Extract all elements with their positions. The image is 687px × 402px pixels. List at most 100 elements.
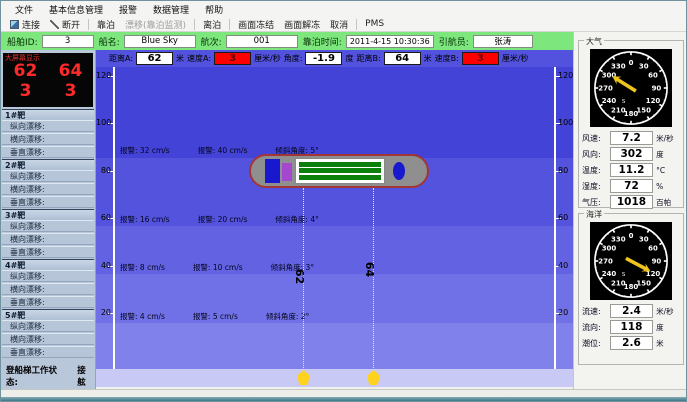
- axis-tick-label: 40: [558, 261, 573, 270]
- wind-direction-label: 风向:: [582, 149, 607, 160]
- axis-tick-label: 80: [96, 166, 111, 175]
- tide-level-value: 2.6: [610, 336, 653, 350]
- connect-icon: [10, 20, 19, 29]
- ship-id-value[interactable]: 3: [42, 35, 94, 48]
- weather-groupbox-title: 大气: [584, 36, 604, 47]
- freeze-screen-button[interactable]: 画面冻结: [233, 18, 279, 31]
- hatch-stripe: [299, 162, 381, 167]
- weather-groupbox: 大气 0306090120150180210240270300330S 风速: …: [578, 40, 684, 208]
- band-threshold-labels: 报警: 16 cm/s 报警: 20 cm/s 倾斜角度: 4°: [120, 214, 319, 225]
- ocean-row: 流速: 2.4 米/秒: [582, 304, 680, 318]
- menu-item-data-management[interactable]: 数据管理: [145, 3, 197, 16]
- alarm-threshold: 报警: 8 cm/s: [120, 262, 165, 273]
- ship-name-value[interactable]: Blue Sky: [124, 35, 196, 48]
- tilt-threshold: 倾斜角度: 4°: [275, 214, 318, 225]
- unfreeze-screen-button[interactable]: 画面解冻: [279, 18, 325, 31]
- menu-item-help[interactable]: 帮助: [197, 3, 231, 16]
- axis-tick-label: 120: [558, 71, 573, 80]
- temperature-unit: °C: [656, 166, 680, 175]
- ship-name-label: 船名:: [99, 35, 120, 48]
- svg-text:0: 0: [629, 232, 634, 240]
- speed-b-value[interactable]: 3: [462, 52, 499, 65]
- ocean-groupbox: 海洋 0306090120150180210240270300330S 流速: …: [578, 213, 684, 365]
- pilot-value[interactable]: 张涛: [473, 35, 533, 48]
- alarm-threshold: 报警: 20 cm/s: [198, 214, 248, 225]
- angle-value[interactable]: -1.9: [305, 52, 342, 65]
- distance-a-unit: 米: [176, 53, 184, 64]
- sensor-group-title: 3#靶: [2, 209, 94, 220]
- sensor-group-2: 2#靶 纵向漂移: 横向漂移: 垂直漂移:: [2, 159, 94, 208]
- wind-speed-unit: 米/秒: [656, 133, 680, 144]
- voyage-value[interactable]: 001: [226, 35, 298, 48]
- svg-text:60: 60: [648, 245, 658, 253]
- wind-direction-value: 302: [610, 147, 653, 161]
- speed-a-unit: 厘米/秒: [254, 53, 281, 64]
- speed-a-value[interactable]: 3: [214, 52, 251, 65]
- ship-cargo-hatch: [295, 158, 385, 184]
- distance-b-label: 距离B:: [356, 53, 380, 64]
- drift-row-label: 纵向漂移:: [10, 321, 45, 332]
- drift-row: 横向漂移:: [2, 233, 94, 245]
- sensor-group-title: 4#靶: [2, 259, 94, 270]
- gangway-status-label: 登船梯工作状态:: [6, 364, 68, 388]
- alarm-threshold: 报警: 40 cm/s: [198, 145, 248, 156]
- menu-item-basic-info[interactable]: 基本信息管理: [41, 3, 111, 16]
- svg-text:180: 180: [624, 283, 639, 291]
- toolbar-separator: [356, 19, 357, 30]
- sensor-group-5: 5#靶 纵向漂移: 横向漂移: 垂直漂移:: [2, 309, 94, 358]
- menu-item-alarm[interactable]: 报警: [111, 3, 145, 16]
- unberth-button[interactable]: 离泊: [198, 18, 226, 31]
- menu-item-file[interactable]: 文件: [7, 3, 41, 16]
- drift-row-label: 纵向漂移:: [10, 271, 45, 282]
- pilot-label: 引航员:: [439, 35, 469, 48]
- sidebar: 大屏幕显示 62 64 3 3 1#靶 纵向漂移: 横向漂移: 垂直漂移: 2#…: [1, 50, 96, 389]
- distance-b-value[interactable]: 64: [384, 52, 421, 65]
- disconnect-button[interactable]: 断开: [45, 18, 85, 31]
- humidity-unit: %: [656, 182, 680, 191]
- toolbar-separator: [88, 19, 89, 30]
- cancel-button[interactable]: 取消: [325, 18, 353, 31]
- connect-label: 连接: [22, 18, 40, 31]
- toolbar-separator: [194, 19, 195, 30]
- weather-row: 风速: 7.2 米/秒: [582, 131, 680, 145]
- svg-text:210: 210: [611, 106, 626, 114]
- weather-row: 气压: 1018 百帕: [582, 195, 680, 209]
- drift-row: 垂直漂移:: [2, 346, 94, 358]
- alarm-threshold: 报警: 32 cm/s: [120, 145, 170, 156]
- pilot-field: 引航员: 张涛: [439, 35, 533, 48]
- menu-bar: 文件 基本信息管理 报警 数据管理 帮助: [1, 1, 686, 17]
- berth-button[interactable]: 靠泊: [92, 18, 120, 31]
- drift-row-label: 垂直漂移:: [10, 247, 45, 258]
- axis-tick-label: 120: [96, 71, 111, 80]
- toolbar: 连接 断开 靠泊 漂移(靠泊监测) 离泊 画面冻结 画面解冻 取消 PMS: [1, 17, 686, 32]
- axis-tick-label: 20: [96, 308, 111, 317]
- temperature-label: 温度:: [582, 165, 607, 176]
- distance-b-unit: 米: [424, 53, 432, 64]
- berth-time-label: 靠泊时间:: [303, 35, 342, 48]
- drift-row: 垂直漂移:: [2, 196, 94, 208]
- distance-a-value[interactable]: 62: [136, 52, 173, 65]
- axis-tick-label: 60: [96, 213, 111, 222]
- sensor-group-title: 2#靶: [2, 159, 94, 170]
- axis-tick-label: 20: [558, 308, 573, 317]
- humidity-label: 湿度:: [582, 181, 607, 192]
- wind-direction-unit: 度: [656, 149, 680, 160]
- connect-button[interactable]: 连接: [5, 18, 45, 31]
- speed-b-label: 速度B:: [435, 53, 459, 64]
- current-direction-value: 118: [610, 320, 653, 334]
- ocean-groupbox-title: 海洋: [584, 209, 604, 220]
- pms-button[interactable]: PMS: [360, 18, 389, 31]
- drift-row-label: 纵向漂移:: [10, 121, 45, 132]
- drift-row-label: 垂直漂移:: [10, 297, 45, 308]
- drift-row-label: 垂直漂移:: [10, 197, 45, 208]
- svg-text:S: S: [622, 99, 626, 105]
- angle-label: 角度:: [284, 53, 303, 64]
- alarm-threshold: 报警: 16 cm/s: [120, 214, 170, 225]
- svg-text:90: 90: [652, 257, 662, 265]
- drift-row: 纵向漂移:: [2, 120, 94, 132]
- ship-outline: [249, 154, 429, 188]
- gangway-status: 登船梯工作状态: 接舷: [2, 359, 94, 388]
- berth-time-value[interactable]: 2011-4-15 10:30:36: [346, 35, 434, 48]
- ship-info-bar: 船舶ID: 3 船名: Blue Sky 航次: 001 靠泊时间: 2011-…: [1, 32, 573, 50]
- svg-text:330: 330: [611, 235, 626, 243]
